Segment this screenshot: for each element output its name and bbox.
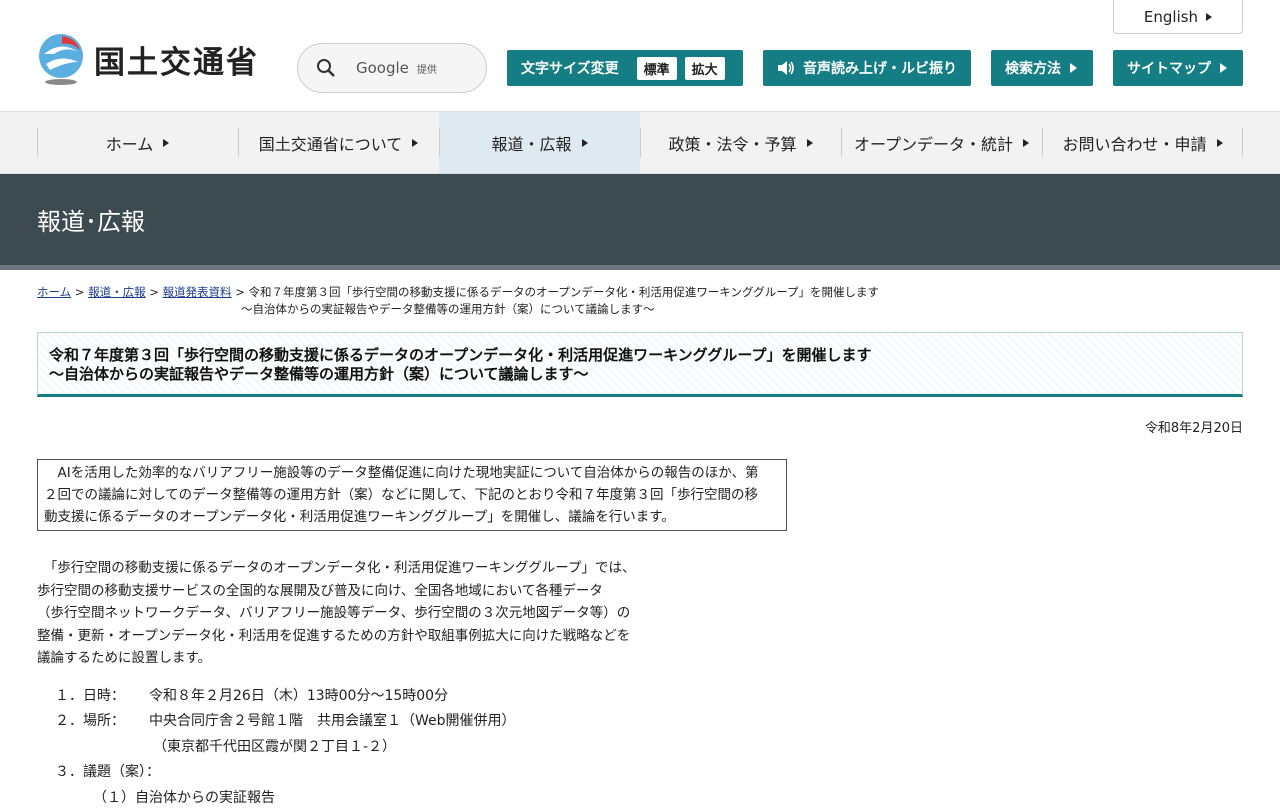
speech-label: 音声読み上げ・ルビ振り <box>803 58 957 78</box>
publish-date: 令和8年2月20日 <box>0 417 1243 436</box>
detail-address: （東京都千代田区霞が関２丁目１-２） <box>55 735 1280 761</box>
site-search[interactable]: Google 提供 <box>297 43 487 93</box>
arrow-right-icon <box>163 139 169 147</box>
detail-value: 中央合同庁舎２号館１階 共用会議室１（Web開催併用） <box>149 709 516 735</box>
breadcrumb-current-sub: ～自治体からの実証報告やデータ整備等の運用方針（案）について議論します～ <box>37 301 1243 318</box>
body-line: 議論するために設置します。 <box>37 647 1280 670</box>
body-line: 歩行空間の移動支援サービスの全国的な展開及び普及に向け、全国各地域において各種デ… <box>37 580 1280 603</box>
font-large-button[interactable]: 拡大 <box>685 57 725 80</box>
mlit-logo-icon <box>36 32 86 86</box>
nav-label: 報道・広報 <box>491 131 571 155</box>
agenda-item: （１）自治体からの実証報告 <box>55 786 1280 811</box>
breadcrumb-press-link[interactable]: 報道・広報 <box>88 285 146 299</box>
detail-key: ２．場所： <box>55 709 149 735</box>
article-title: 令和７年度第３回「歩行空間の移動支援に係るデータのオープンデータ化・利活用促進ワ… <box>49 346 1231 365</box>
detail-place: ２．場所： 中央合同庁舎２号館１階 共用会議室１（Web開催併用） <box>55 709 1280 735</box>
arrow-right-icon <box>1070 63 1077 73</box>
section-banner: 報道･広報 <box>0 174 1280 270</box>
article-body: 「歩行空間の移動支援に係るデータのオープンデータ化・利活用促進ワーキンググループ… <box>37 557 1280 670</box>
body-line: （歩行空間ネットワークデータ、バリアフリー施設等データ、歩行空間の３次元地図デー… <box>37 602 1280 625</box>
font-standard-button[interactable]: 標準 <box>637 57 677 80</box>
nav-label: 政策・法令・予算 <box>668 131 796 155</box>
mlit-logo[interactable]: 国土交通省 <box>36 32 259 86</box>
article-subtitle: ～自治体からの実証報告やデータ整備等の運用方針（案）について議論します～ <box>49 365 1231 384</box>
arrow-right-icon <box>412 139 418 147</box>
nav-item-home[interactable]: ホーム <box>37 112 238 173</box>
search-method-label: 検索方法 <box>1005 58 1061 78</box>
search-icon <box>316 58 336 78</box>
summary-line: 動支援に係るデータのオープンデータ化・利活用促進ワーキンググループ」を開催し、議… <box>44 506 780 528</box>
detail-key: １．日時： <box>55 684 149 710</box>
body-line: 「歩行空間の移動支援に係るデータのオープンデータ化・利活用促進ワーキンググループ… <box>37 557 1280 580</box>
summary-line: ２回での議論に対してのデータ整備等の運用方針（案）などに関して、下記のとおり令和… <box>44 484 780 506</box>
arrow-right-icon <box>1217 139 1223 147</box>
search-method-button[interactable]: 検索方法 <box>991 50 1093 86</box>
breadcrumb-releases-link[interactable]: 報道発表資料 <box>163 285 232 299</box>
breadcrumb-home-link[interactable]: ホーム <box>37 285 71 299</box>
global-nav: ホーム 国土交通省について 報道・広報 政策・法令・予算 オープンデータ・統計 … <box>0 112 1280 174</box>
arrow-right-icon <box>807 139 813 147</box>
english-label: English <box>1144 8 1198 26</box>
arrow-right-icon <box>1206 13 1212 21</box>
english-link[interactable]: English <box>1113 0 1243 34</box>
nav-item-contact[interactable]: お問い合わせ・申請 <box>1042 112 1243 173</box>
article-title-box: 令和７年度第３回「歩行空間の移動支援に係るデータのオープンデータ化・利活用促進ワ… <box>37 332 1243 397</box>
detail-date: １．日時： 令和８年２月26日（木）13時00分～15時00分 <box>55 684 1280 710</box>
sitemap-label: サイトマップ <box>1127 58 1211 78</box>
summary-box: AIを活用した効率的なバリアフリー施設等のデータ整備促進に向けた現地実証について… <box>37 459 787 531</box>
nav-item-policy[interactable]: 政策・法令・予算 <box>640 112 841 173</box>
sitemap-button[interactable]: サイトマップ <box>1113 50 1243 86</box>
speech-button[interactable]: 音声読み上げ・ルビ振り <box>763 50 971 86</box>
site-header: 国土交通省 Google 提供 English 文字サイズ変更 標準 拡大 音声… <box>0 0 1280 112</box>
nav-label: 国土交通省について <box>259 131 403 155</box>
breadcrumb: ホーム > 報道・広報 > 報道発表資料 > 令和７年度第３回「歩行空間の移動支… <box>37 284 1243 318</box>
google-label: Google <box>356 59 409 77</box>
arrow-right-icon <box>582 139 588 147</box>
detail-value: 令和８年２月26日（木）13時00分～15時00分 <box>149 684 448 710</box>
body-line: 整備・更新・オープンデータ化・利活用を促進するための方針や取組事例拡大に向けた戦… <box>37 625 1280 648</box>
breadcrumb-current: 令和７年度第３回「歩行空間の移動支援に係るデータのオープンデータ化・利活用促進ワ… <box>249 285 880 299</box>
font-size-label: 文字サイズ変更 <box>521 58 619 78</box>
arrow-right-icon <box>1023 139 1029 147</box>
nav-item-opendata[interactable]: オープンデータ・統計 <box>841 112 1042 173</box>
nav-label: ホーム <box>106 131 154 155</box>
arrow-right-icon <box>1220 63 1227 73</box>
provider-label: 提供 <box>417 61 437 76</box>
font-size-control: 文字サイズ変更 標準 拡大 <box>507 50 743 86</box>
detail-agenda: ３．議題（案）： <box>55 760 1280 786</box>
logo-text: 国土交通省 <box>94 37 259 82</box>
summary-line: AIを活用した効率的なバリアフリー施設等のデータ整備促進に向けた現地実証について… <box>44 462 780 484</box>
nav-label: お問い合わせ・申請 <box>1062 131 1206 155</box>
speaker-icon <box>777 60 795 76</box>
nav-item-about[interactable]: 国土交通省について <box>238 112 439 173</box>
event-details: １．日時： 令和８年２月26日（木）13時00分～15時00分 ２．場所： 中央… <box>55 684 1280 811</box>
detail-key: ３．議題（案）： <box>55 760 160 786</box>
nav-label: オープンデータ・統計 <box>854 131 1013 155</box>
section-title: 報道･広報 <box>37 202 145 237</box>
nav-item-press[interactable]: 報道・広報 <box>439 112 640 173</box>
